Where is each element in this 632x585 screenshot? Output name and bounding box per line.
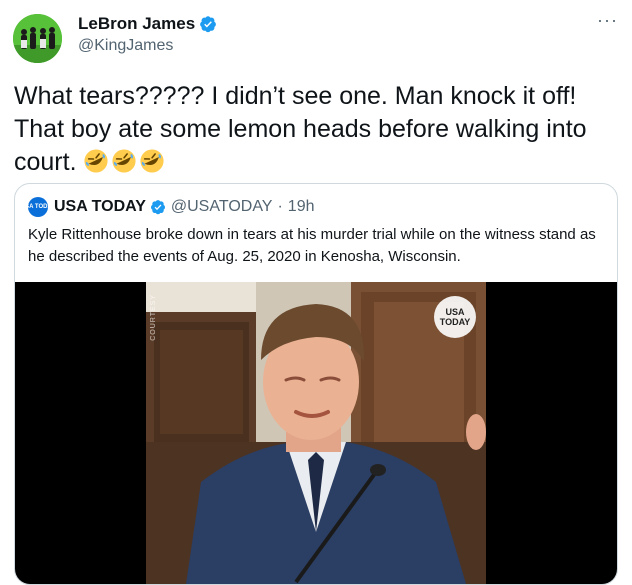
verified-badge-icon xyxy=(200,16,217,33)
author-handle[interactable]: @KingJames xyxy=(78,37,173,55)
rolling-on-floor-laughing-icon xyxy=(139,149,164,173)
quoted-author-handle[interactable]: @USATODAY xyxy=(171,198,273,216)
author-name-row: LeBron James xyxy=(78,14,217,34)
author-avatar[interactable] xyxy=(13,14,62,63)
rolling-on-floor-laughing-icon xyxy=(111,149,136,173)
courtesy-label: COURTESY xyxy=(150,294,157,341)
verified-badge-icon xyxy=(150,200,165,215)
quoted-video[interactable]: COURTESY USA TODAY xyxy=(15,282,617,584)
video-frame: COURTESY USA TODAY xyxy=(146,282,486,584)
video-still-image xyxy=(146,282,486,584)
quoted-tweet[interactable]: USA TODAY USA TODAY @USATODAY · 19h Kyle… xyxy=(14,183,618,585)
emoji-group xyxy=(83,148,165,174)
quoted-avatar[interactable]: USA TODAY xyxy=(21,197,55,217)
rolling-on-floor-laughing-icon xyxy=(83,149,108,173)
author-name[interactable]: LeBron James xyxy=(78,14,195,34)
quoted-timestamp[interactable]: 19h xyxy=(288,198,315,216)
quoted-tweet-text: Kyle Rittenhouse broke down in tears at … xyxy=(28,226,596,265)
quoted-tweet-header: USA TODAY USA TODAY @USATODAY · 19h xyxy=(21,197,315,217)
usa-today-watermark: USA TODAY xyxy=(434,296,476,338)
more-options-icon[interactable]: ··· xyxy=(597,10,618,31)
tweet-text: What tears????? I didn’t see one. Man kn… xyxy=(14,80,618,179)
quoted-author-name[interactable]: USA TODAY xyxy=(54,198,146,216)
separator-dot: · xyxy=(277,198,283,215)
